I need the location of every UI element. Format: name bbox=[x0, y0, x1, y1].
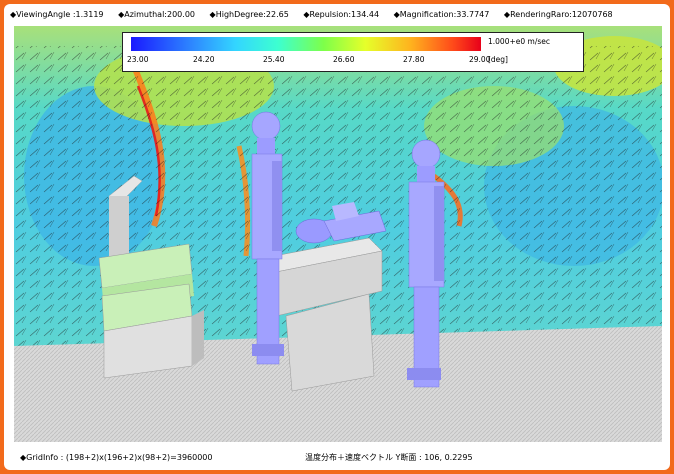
section-info-readout: 温度分布＋速度ベクトル Y断面 : 106, 0.2295 bbox=[305, 453, 473, 462]
legend-tick-labels: 23.00 24.20 25.40 26.60 27.80 29.00 bbox=[127, 55, 511, 67]
view-parameters-bar: ◆ViewingAngle :1.3119 ◆Azimuthal:200.00 … bbox=[10, 8, 665, 22]
color-legend: 23.00 24.20 25.40 26.60 27.80 29.00 1.00… bbox=[122, 32, 584, 72]
rendering-ratio-readout: ◆RenderingRaro:12070768 bbox=[503, 10, 613, 19]
azimuthal-readout: ◆Azimuthal:200.00 bbox=[118, 10, 195, 19]
legend-tick: 27.80 bbox=[403, 55, 425, 64]
legend-tick: 24.20 bbox=[193, 55, 215, 64]
simulation-viewport[interactable]: 23.00 24.20 25.40 26.60 27.80 29.00 1.00… bbox=[14, 26, 662, 442]
legend-tick: 25.40 bbox=[263, 55, 285, 64]
viewing-angle-readout: ◆ViewingAngle :1.3119 bbox=[10, 10, 104, 19]
repulsion-readout: ◆Repulsion:134.44 bbox=[303, 10, 380, 19]
temperature-unit-label: [deg] bbox=[488, 55, 508, 64]
magnification-readout: ◆Magnification:33.7747 bbox=[393, 10, 490, 19]
status-bar: ◆GridInfo : (198+2)x(196+2)x(98+2)=39600… bbox=[10, 450, 665, 466]
high-degree-readout: ◆HighDegree:22.65 bbox=[209, 10, 289, 19]
legend-tick: 26.60 bbox=[333, 55, 355, 64]
grid-info-readout: ◆GridInfo : (198+2)x(196+2)x(98+2)=39600… bbox=[20, 453, 213, 462]
cfd-scene bbox=[14, 26, 662, 442]
legend-tick: 23.00 bbox=[127, 55, 149, 64]
velocity-scale-label: 1.000+e0 m/sec bbox=[488, 37, 551, 46]
window-frame: ◆ViewingAngle :1.3119 ◆Azimuthal:200.00 … bbox=[4, 4, 670, 470]
temperature-color-scale bbox=[131, 37, 481, 51]
